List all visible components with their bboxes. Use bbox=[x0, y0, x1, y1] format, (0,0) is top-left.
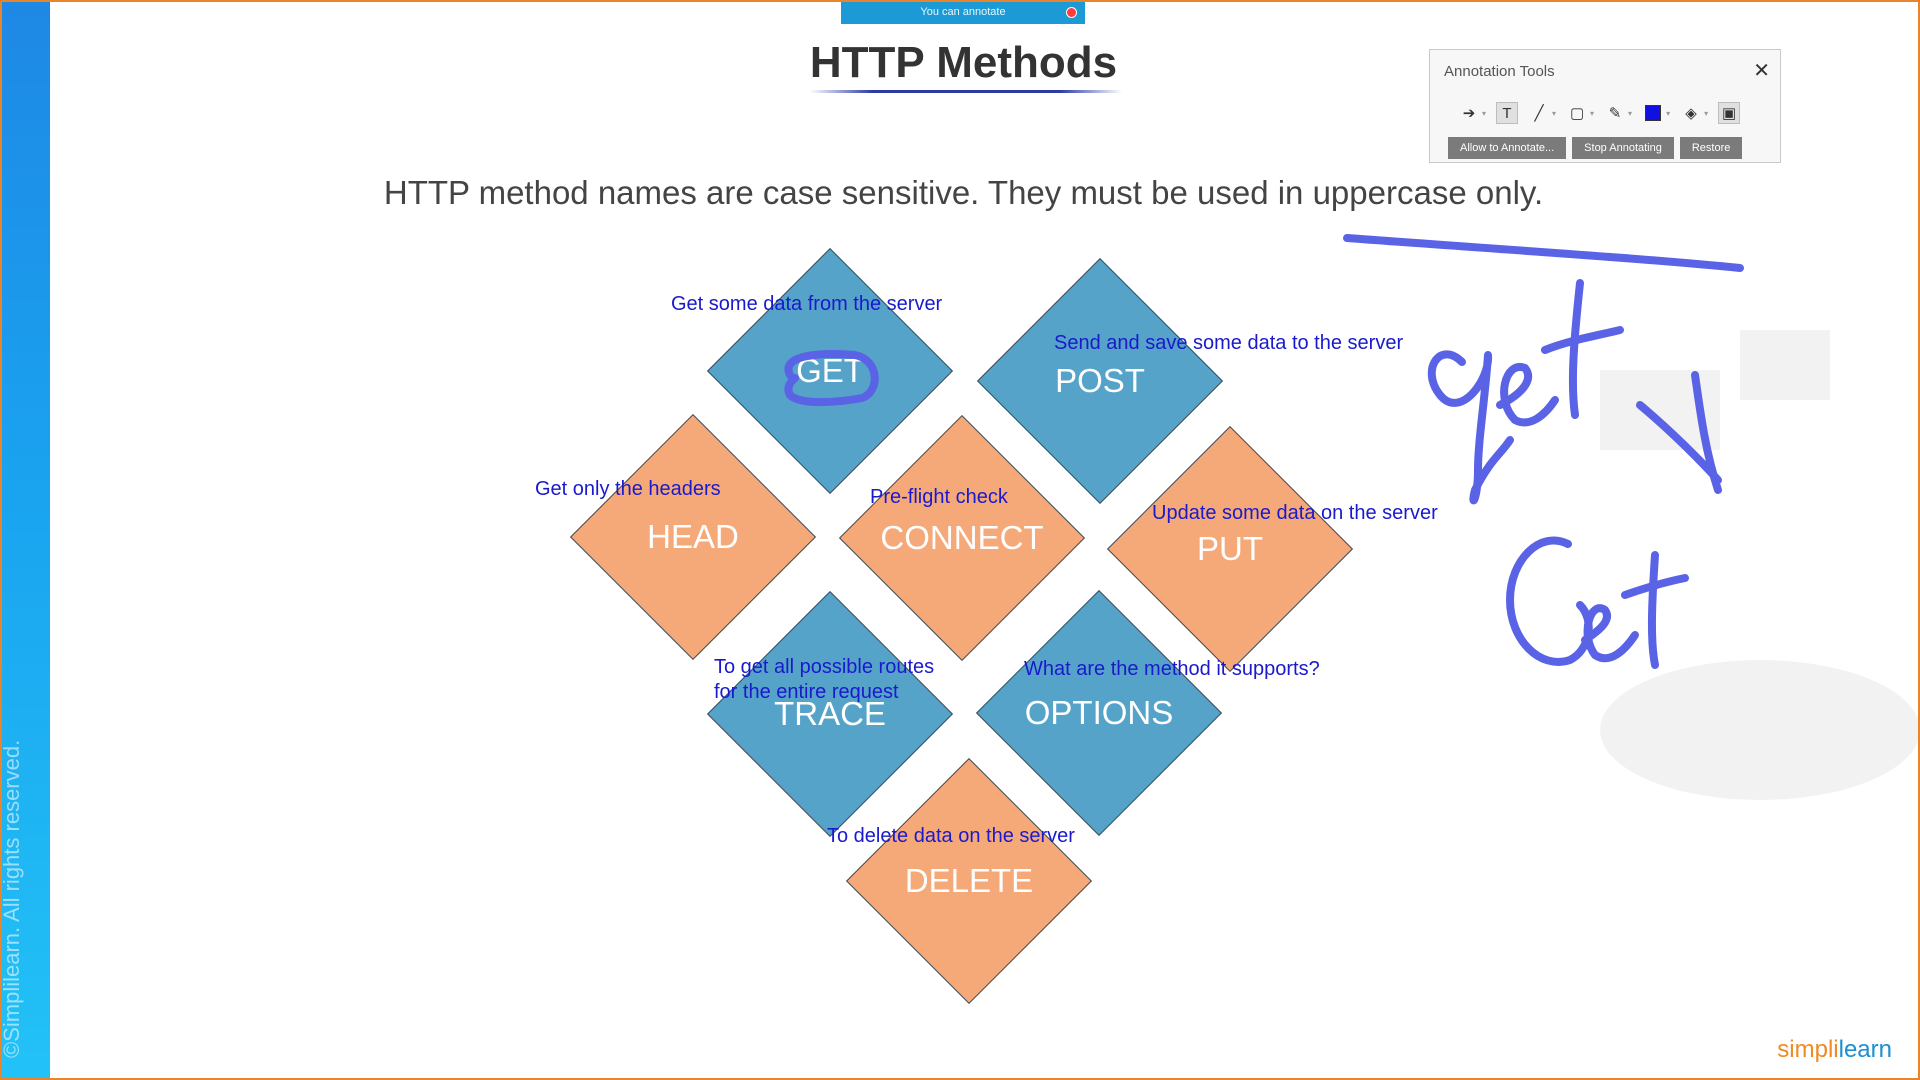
method-note-delete: To delete data on the server bbox=[827, 825, 1075, 847]
allow-to-annotate-button[interactable]: Allow to Annotate... bbox=[1448, 137, 1567, 159]
brand-logo-part2: learn bbox=[1838, 1036, 1892, 1063]
text-tool-icon[interactable]: T bbox=[1496, 102, 1519, 124]
eraser-tool-icon[interactable]: ◈ bbox=[1680, 102, 1702, 124]
method-label-head: HEAD bbox=[647, 518, 739, 555]
chevron-down-icon[interactable]: ▾ bbox=[1704, 109, 1708, 118]
color-picker-icon[interactable] bbox=[1642, 102, 1664, 124]
brand-logo-part1: simpli bbox=[1777, 1036, 1839, 1063]
method-label-post: POST bbox=[1055, 362, 1145, 399]
line-tool-icon[interactable]: ╱ bbox=[1528, 102, 1550, 124]
chevron-down-icon[interactable]: ▾ bbox=[1482, 109, 1486, 118]
annotation-toolbar: ➔ ▾ T ╱ ▾ ▢ ▾ ✎ ▾ ▾ ◈ ▾ ▣ bbox=[1458, 102, 1741, 124]
chevron-down-icon[interactable]: ▾ bbox=[1590, 109, 1594, 118]
method-label-put: PUT bbox=[1197, 530, 1263, 567]
rectangle-tool-icon[interactable]: ▢ bbox=[1566, 102, 1588, 124]
method-note-trace-line1: To get all possible routes bbox=[714, 656, 935, 678]
annotation-tools-panel: Annotation Tools ✕ ➔ ▾ T ╱ ▾ ▢ ▾ ✎ ▾ ▾ ◈… bbox=[1429, 49, 1781, 163]
method-note-get: Get some data from the server bbox=[671, 293, 943, 315]
chevron-down-icon[interactable]: ▾ bbox=[1666, 109, 1670, 118]
method-label-options: OPTIONS bbox=[1024, 694, 1174, 731]
method-note-head: Get only the headers bbox=[535, 478, 721, 500]
method-note-trace: To get all possible routes for the entir… bbox=[714, 655, 934, 705]
method-note-connect: Pre-flight check bbox=[870, 486, 1008, 508]
method-note-trace-line2: for the entire request bbox=[714, 681, 899, 703]
annotation-buttons: Allow to Annotate... Stop Annotating Res… bbox=[1448, 137, 1743, 159]
save-icon[interactable]: ▣ bbox=[1718, 102, 1741, 124]
method-label-get: GET bbox=[796, 352, 864, 389]
close-icon[interactable]: ✕ bbox=[1753, 58, 1770, 83]
method-label-delete: DELETE bbox=[904, 862, 1034, 899]
pen-tool-icon[interactable]: ✎ bbox=[1604, 102, 1626, 124]
brand-logo: simplilearn bbox=[1777, 1036, 1892, 1064]
restore-button[interactable]: Restore bbox=[1679, 137, 1743, 159]
method-note-options: What are the method it supports? bbox=[1024, 658, 1320, 680]
method-note-put: Update some data on the server bbox=[1152, 502, 1438, 524]
stop-annotating-button[interactable]: Stop Annotating bbox=[1572, 137, 1674, 159]
annotation-tools-title: Annotation Tools bbox=[1444, 63, 1555, 80]
method-note-post: Send and save some data to the server bbox=[1054, 332, 1404, 354]
chevron-down-icon[interactable]: ▾ bbox=[1628, 109, 1632, 118]
chevron-down-icon[interactable]: ▾ bbox=[1552, 109, 1556, 118]
method-label-connect: CONNECT bbox=[880, 519, 1044, 556]
arrow-tool-icon[interactable]: ➔ bbox=[1458, 102, 1480, 124]
